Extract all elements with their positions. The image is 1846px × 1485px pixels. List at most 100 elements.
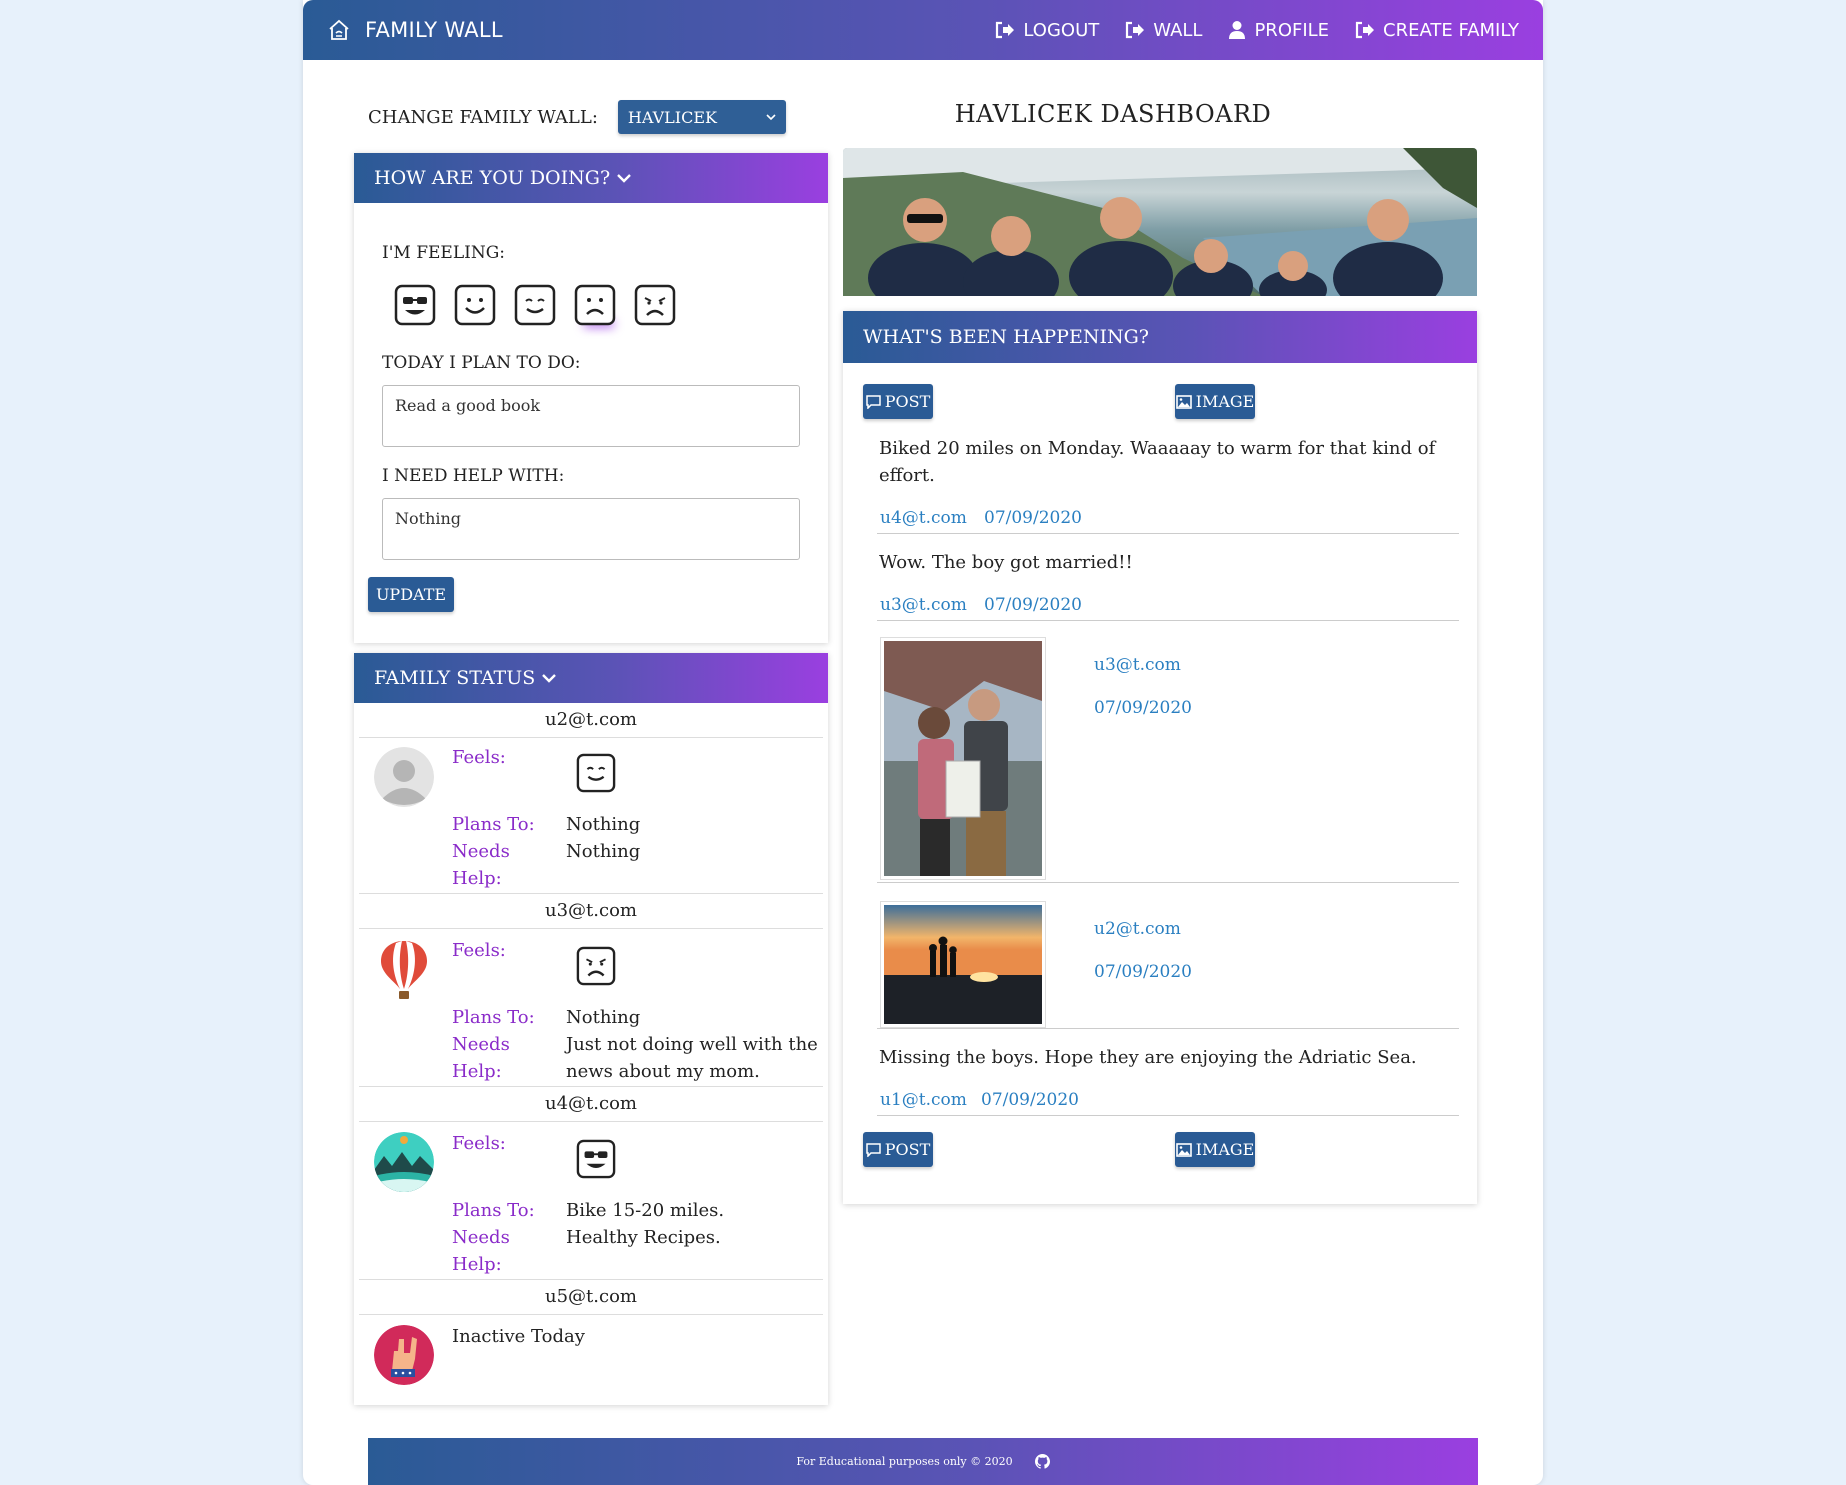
chevron-down-icon (542, 674, 557, 683)
divider (877, 1028, 1459, 1029)
post-author[interactable]: u1@t.com (880, 1090, 967, 1110)
cool-face-icon[interactable] (394, 284, 436, 326)
help-textarea[interactable]: Nothing (382, 498, 800, 560)
dashboard-title: HAVLICEK DASHBOARD (954, 100, 1272, 128)
nav-wall-label: WALL (1153, 19, 1203, 41)
wall-icon (1126, 21, 1145, 39)
help-label: Help: (452, 1254, 502, 1275)
whats-happening-card: WHAT'S BEEN HAPPENING? POST IMAGE Biked … (843, 311, 1477, 1204)
sad-face-icon (576, 946, 616, 986)
plan-label: TODAY I PLAN TO DO: (382, 353, 581, 373)
help-label: I NEED HELP WITH: (382, 466, 565, 486)
logout-icon (996, 21, 1015, 39)
family-status-card: FAMILY STATUS u2@t.com Feels: Plans To: … (354, 653, 828, 1405)
needs-label: Needs (452, 1034, 510, 1055)
footer: For Educational purposes only © 2020 (368, 1438, 1478, 1485)
footer-text: For Educational purposes only © 2020 (796, 1455, 1013, 1468)
post-button[interactable]: POST (863, 384, 933, 419)
happy-face-icon[interactable] (454, 284, 496, 326)
image-button-label: IMAGE (1195, 1140, 1255, 1159)
whats-happening-title: WHAT'S BEEN HAPPENING? (863, 326, 1149, 348)
change-wall-label: CHANGE FAMILY WALL: (368, 106, 598, 128)
avatar (374, 1325, 434, 1385)
page-container: FAMILY WALL LOGOUT WALL PROFILE CREATE F… (303, 0, 1543, 1485)
nav-profile[interactable]: PROFILE (1228, 20, 1329, 41)
post-author[interactable]: u3@t.com (1094, 655, 1181, 675)
image-button-label: IMAGE (1195, 392, 1255, 411)
post-image-thumbnail[interactable] (880, 637, 1046, 880)
whats-happening-header: WHAT'S BEEN HAPPENING? (843, 311, 1477, 363)
feeling-label: I'M FEELING: (382, 243, 506, 263)
needs-value-line-2: news about my mom. (566, 1061, 760, 1082)
avatar (374, 747, 434, 807)
post-date: 07/09/2020 (984, 508, 1082, 528)
plans-label: Plans To: (452, 1200, 535, 1221)
nav-logout[interactable]: LOGOUT (995, 20, 1099, 41)
feels-label: Feels: (452, 940, 506, 961)
needs-label: Needs (452, 841, 510, 862)
post-button-label: POST (884, 392, 931, 411)
help-value: Nothing (395, 509, 462, 528)
post-text: Missing the boys. Hope they are enjoying… (879, 1047, 1417, 1068)
user-icon (1229, 21, 1246, 39)
needs-value-line-1: Just not doing well with the (566, 1034, 818, 1055)
hot-air-balloon-icon (380, 941, 428, 999)
post-date: 07/09/2020 (1094, 962, 1192, 982)
top-navbar: FAMILY WALL LOGOUT WALL PROFILE CREATE F… (303, 0, 1543, 60)
image-button[interactable]: IMAGE (1175, 384, 1255, 419)
comment-icon (865, 1142, 881, 1157)
post-button-label: POST (884, 1140, 931, 1159)
post-text-line-2: effort. (879, 465, 935, 486)
github-icon[interactable] (1034, 1454, 1050, 1469)
plans-label: Plans To: (452, 814, 535, 835)
chevron-down-icon (617, 174, 631, 183)
nav-logout-label: LOGOUT (1023, 19, 1100, 41)
avatar (374, 1132, 434, 1192)
rock-hand-avatar-icon (374, 1325, 434, 1385)
post-author[interactable]: u3@t.com (880, 595, 967, 615)
help-label: Help: (452, 868, 502, 889)
avatar (374, 939, 434, 999)
plan-value: Read a good book (395, 396, 541, 415)
family-status-header[interactable]: FAMILY STATUS (354, 653, 828, 703)
plan-textarea[interactable]: Read a good book (382, 385, 800, 447)
divider (877, 1115, 1459, 1116)
family-select-value: HAVLICEK (627, 107, 717, 127)
cool-face-icon (576, 1139, 616, 1179)
post-image-thumbnail[interactable] (880, 901, 1046, 1028)
comment-icon (865, 394, 881, 409)
brand-title: FAMILY WALL (365, 18, 503, 42)
feels-label: Feels: (452, 1133, 506, 1154)
needs-value: Healthy Recipes. (566, 1227, 721, 1248)
post-author[interactable]: u2@t.com (1094, 919, 1181, 939)
divider (877, 620, 1459, 621)
inactive-status: Inactive Today (452, 1326, 585, 1347)
family-select[interactable]: HAVLICEK (617, 100, 786, 134)
how-are-you-card: HOW ARE YOU DOING? I'M FEELING: TODAY I … (354, 153, 828, 643)
create-family-icon (1355, 21, 1375, 39)
nav-create-family[interactable]: CREATE FAMILY (1355, 20, 1519, 41)
update-button[interactable]: UPDATE (368, 577, 454, 612)
mountain-landscape-avatar-icon (374, 1132, 434, 1192)
sad-face-icon[interactable] (574, 284, 616, 326)
image-button[interactable]: IMAGE (1175, 1132, 1255, 1167)
post-button[interactable]: POST (863, 1132, 933, 1167)
wedding-photo-image (884, 641, 1042, 876)
image-icon (1175, 394, 1192, 409)
content-face-icon (576, 753, 616, 793)
how-are-you-header[interactable]: HOW ARE YOU DOING? (354, 153, 828, 203)
image-icon (1175, 1142, 1192, 1157)
plans-value: Bike 15-20 miles. (566, 1200, 725, 1221)
brand[interactable]: FAMILY WALL (327, 0, 503, 60)
needs-label: Needs (452, 1227, 510, 1248)
home-icon (329, 19, 349, 40)
content-face-icon[interactable] (514, 284, 556, 326)
family-group-image (843, 148, 1477, 296)
change-wall-row: CHANGE FAMILY WALL: HAVLICEK (368, 100, 786, 134)
post-author[interactable]: u4@t.com (880, 508, 967, 528)
plans-value: Nothing (566, 814, 641, 835)
nav-wall[interactable]: WALL (1125, 20, 1202, 41)
post-text: Wow. The boy got married!! (879, 552, 1133, 573)
upset-face-icon[interactable] (634, 284, 676, 326)
post-date: 07/09/2020 (1094, 698, 1192, 718)
